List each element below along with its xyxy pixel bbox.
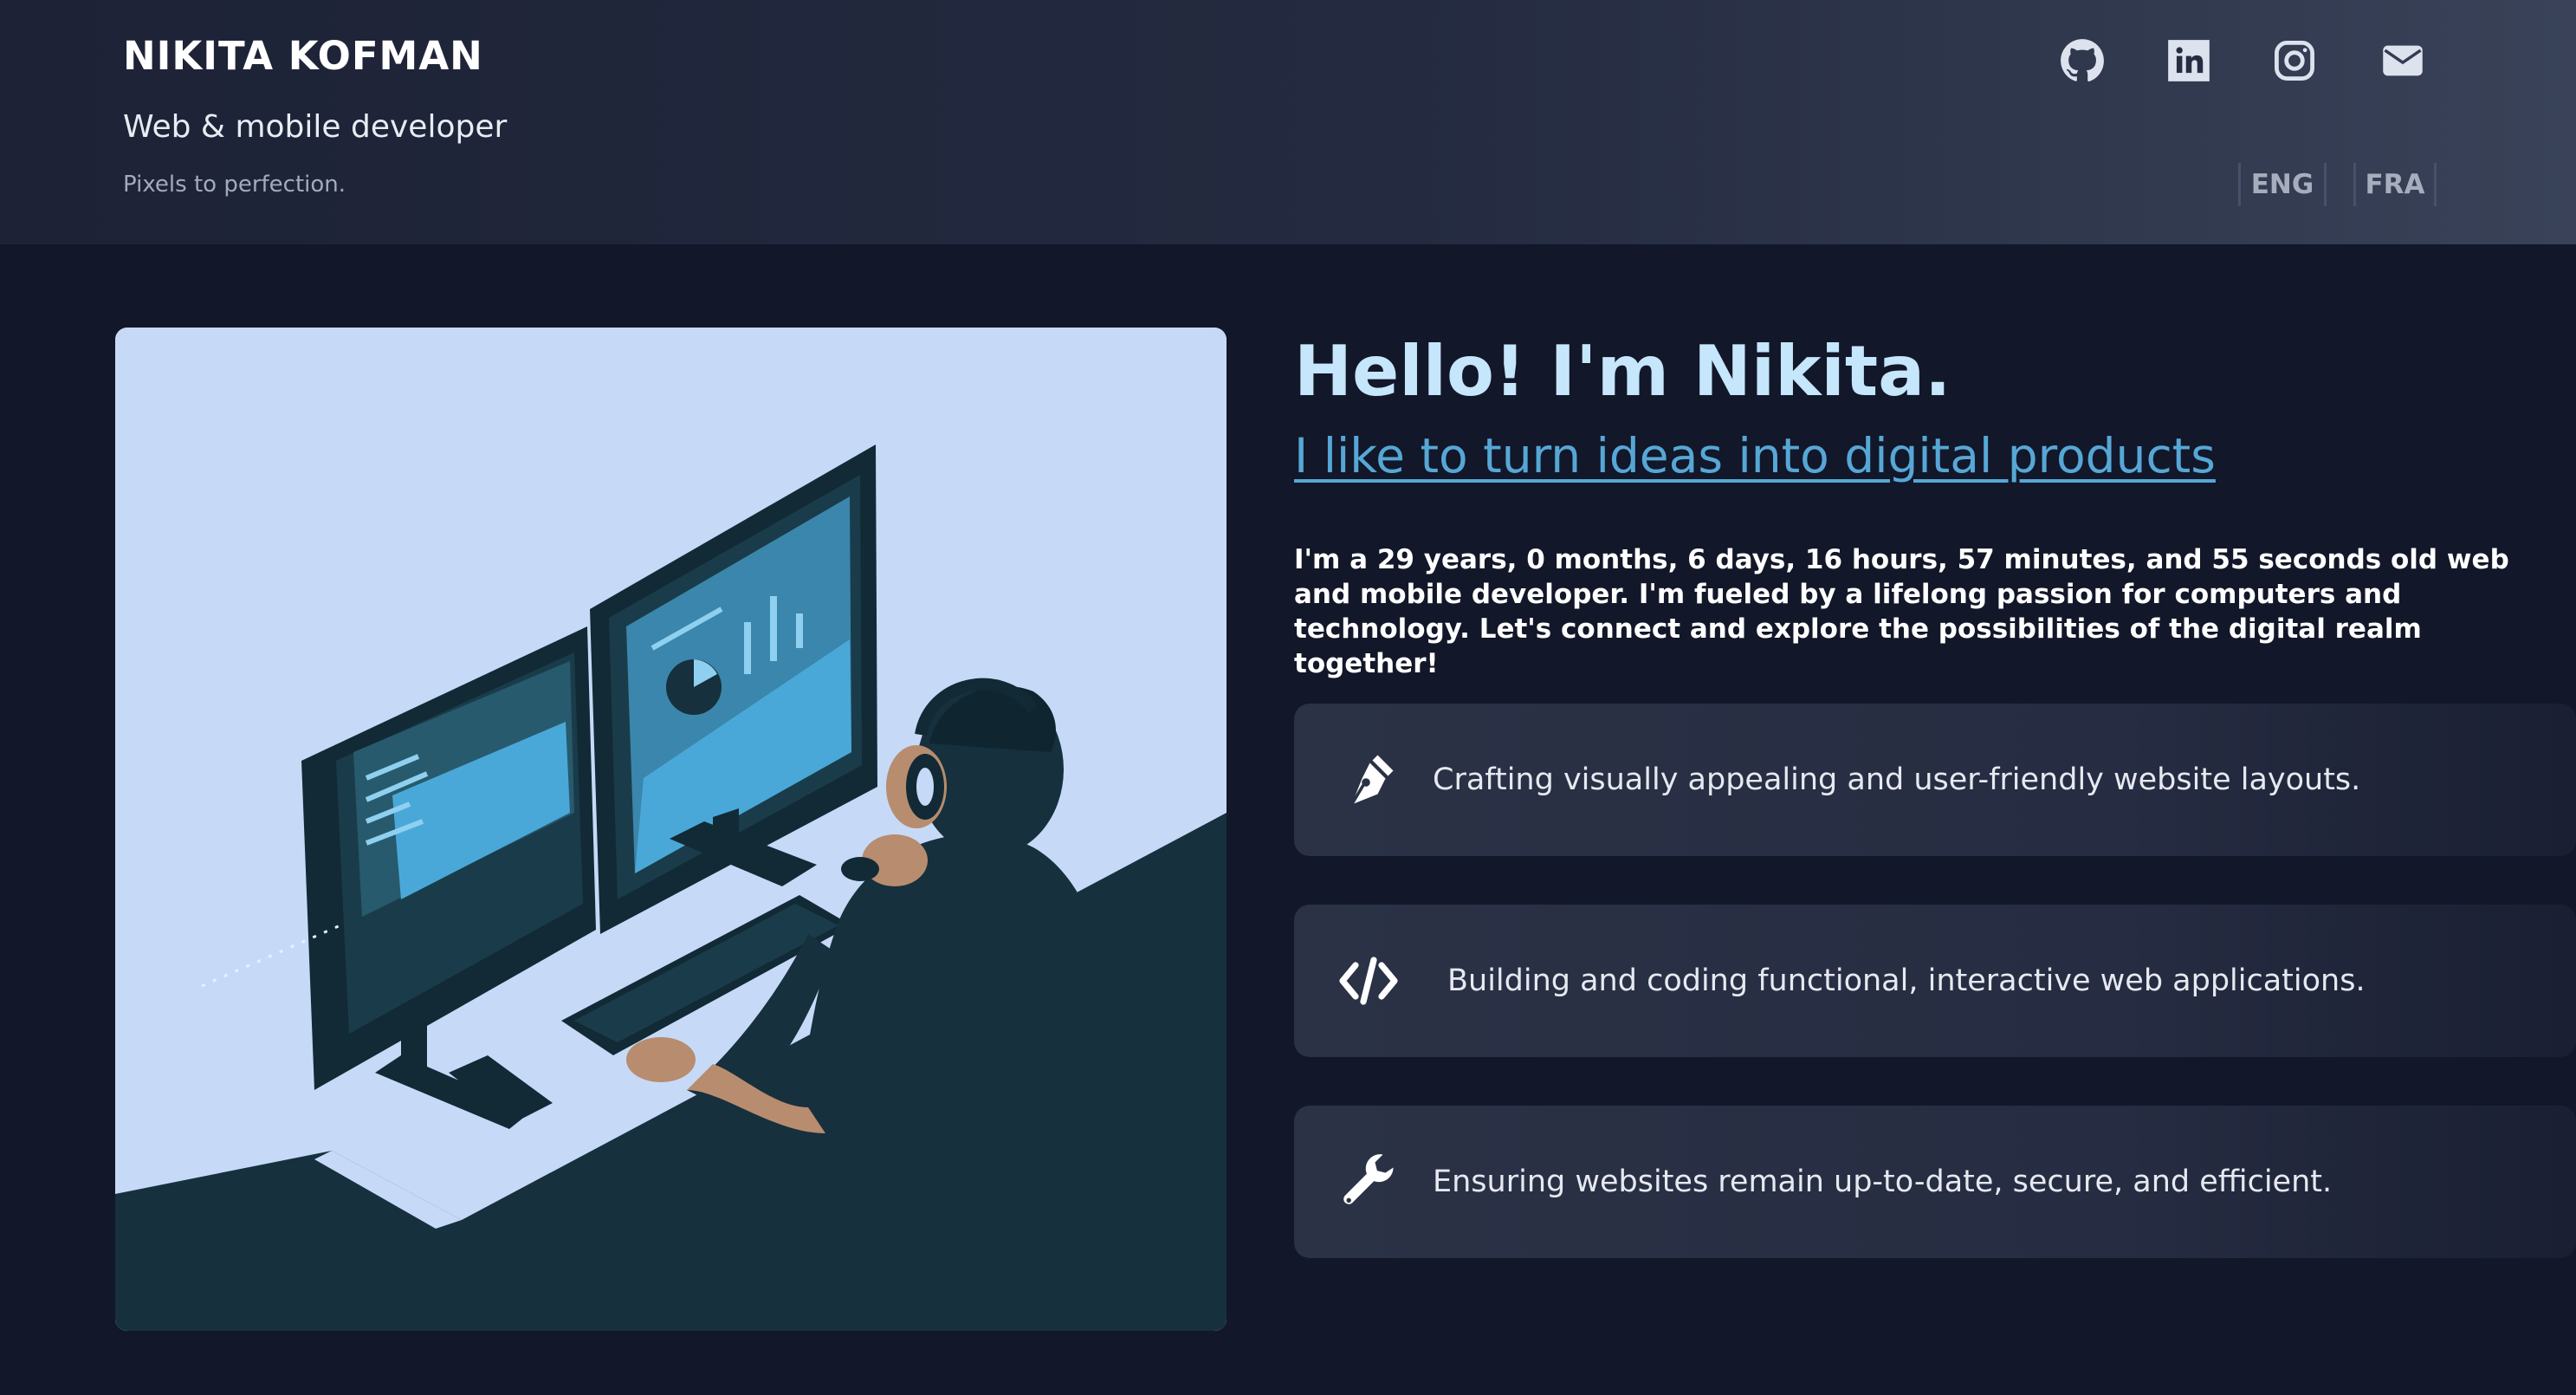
instagram-icon[interactable] — [2269, 35, 2320, 87]
hero-greeting: Hello! I'm Nikita. — [1294, 331, 1951, 412]
pen-nib-icon — [1337, 749, 1400, 811]
service-text-maintenance: Ensuring websites remain up-to-date, sec… — [1433, 1165, 2333, 1199]
site-title[interactable]: NIKITA KOFMAN — [123, 33, 483, 79]
linkedin-icon[interactable] — [2163, 35, 2215, 87]
site-tagline: Pixels to perfection. — [123, 172, 346, 198]
wrench-icon — [1337, 1151, 1400, 1213]
github-icon[interactable] — [2056, 35, 2108, 87]
language-english[interactable]: ENG — [2238, 163, 2327, 206]
site-header: NIKITA KOFMAN Web & mobile developer Pix… — [0, 0, 2576, 244]
service-card-development: Building and coding functional, interact… — [1294, 905, 2576, 1057]
mail-icon[interactable] — [2377, 35, 2429, 87]
site-subtitle: Web & mobile developer — [123, 109, 508, 145]
language-french[interactable]: FRA — [2353, 163, 2437, 206]
developer-at-desk-illustration — [115, 328, 1227, 1331]
service-card-design: Crafting visually appealing and user-fri… — [1294, 704, 2576, 856]
hero-subheading[interactable]: I like to turn ideas into digital produc… — [1294, 428, 2216, 483]
service-text-development: Building and coding functional, interact… — [1447, 964, 2366, 998]
code-icon — [1337, 950, 1400, 1012]
service-card-maintenance: Ensuring websites remain up-to-date, sec… — [1294, 1106, 2576, 1258]
service-text-design: Crafting visually appealing and user-fri… — [1433, 762, 2361, 797]
hero-bio: I'm a 29 years, 0 months, 6 days, 16 hou… — [1294, 544, 2509, 679]
